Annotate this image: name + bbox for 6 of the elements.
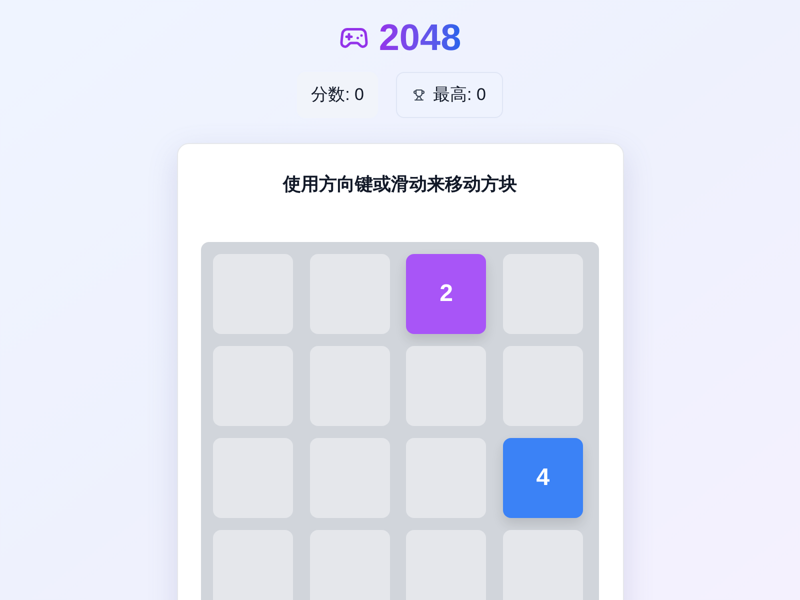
trophy-icon [413,89,425,101]
number-tile: 4 [502,438,583,518]
number-tile: 2 [406,254,486,334]
best-score-text: 最高: 0 [433,84,486,106]
instruction-text: 使用方向键或滑动来移动方块 [283,173,517,196]
score-display: 分数: 0 [297,72,378,118]
